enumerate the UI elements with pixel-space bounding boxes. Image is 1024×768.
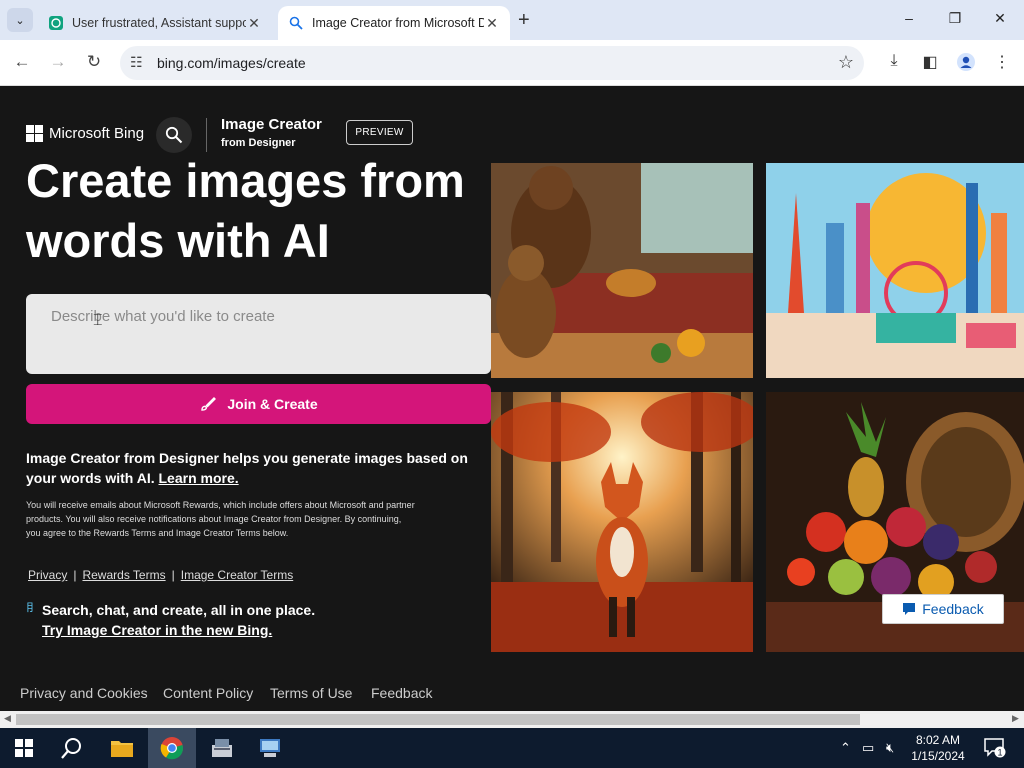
clock-time: 8:02 AM (915, 733, 961, 747)
join-create-button[interactable]: Join & Create (26, 384, 491, 424)
tab-chatgpt[interactable]: User frustrated, Assistant suppo ✕ (38, 6, 272, 40)
footer-link-feedback[interactable]: Feedback (371, 685, 432, 701)
app-taskbar-button-1[interactable] (198, 728, 246, 768)
back-arrow-icon[interactable]: ← (11, 52, 33, 72)
image-creator-terms-link[interactable]: Image Creator Terms (181, 568, 293, 582)
search-icon (61, 738, 81, 759)
fine-print: You will receive emails about Microsoft … (26, 500, 415, 538)
minimize-icon[interactable]: – (899, 10, 919, 26)
scrollbar-thumb[interactable] (16, 714, 860, 725)
bookmark-star-icon[interactable]: ☆ (838, 52, 854, 73)
search-button[interactable] (156, 117, 192, 153)
file-explorer-button[interactable] (98, 728, 146, 768)
tab-search-button[interactable]: ⌄ (7, 8, 33, 32)
close-window-icon[interactable]: ✕ (990, 10, 1010, 27)
start-button[interactable] (0, 728, 48, 768)
server-app-icon (212, 739, 232, 757)
product-title[interactable]: Image Creator (221, 116, 322, 133)
volume-muted-icon[interactable]: 🔇︎ (886, 740, 894, 756)
system-clock[interactable]: 8:02 AM 1/15/2024 (906, 732, 970, 764)
windows-start-icon (15, 739, 33, 757)
folder-icon (111, 741, 133, 757)
notification-count: 1 (997, 748, 1002, 758)
chevron-down-icon: ⌄ (15, 14, 25, 27)
rewards-terms-link[interactable]: Rewards Terms (82, 568, 165, 582)
address-bar[interactable]: ☷ bing.com/images/create ☆ (120, 46, 864, 80)
chrome-icon (160, 737, 184, 760)
side-panel-icon[interactable]: ◧ (919, 52, 941, 72)
restore-icon[interactable]: ❐ (945, 10, 965, 27)
gallery-image-city[interactable] (766, 163, 1024, 378)
chatgpt-favicon-icon (49, 16, 63, 30)
download-icon[interactable]: ⤓ (883, 52, 905, 70)
learn-more-link[interactable]: Learn more. (159, 470, 239, 486)
horizontal-scrollbar[interactable]: ◀ ▶ (0, 711, 1024, 728)
scroll-right-icon[interactable]: ▶ (1012, 713, 1019, 724)
info-text: Image Creator from Designer helps you ge… (26, 448, 481, 488)
feedback-button[interactable]: Feedback (882, 594, 1004, 624)
divider (206, 118, 207, 152)
chevron-up-icon[interactable]: ⌃ (840, 740, 851, 756)
feedback-label: Feedback (922, 601, 984, 617)
tab-title: User frustrated, Assistant suppo (72, 16, 246, 30)
prompt-input[interactable] (26, 294, 491, 374)
promo-line: Search, chat, and create, all in one pla… (42, 602, 316, 618)
hero-headline: Create images from words with AI (26, 154, 465, 267)
scroll-left-icon[interactable]: ◀ (4, 713, 11, 724)
legal-links: Privacy | Rewards Terms | Image Creator Term… (28, 568, 293, 582)
close-tab-icon[interactable]: ✕ (484, 15, 500, 32)
url-text: bing.com/images/create (157, 55, 306, 71)
browser-toolbar: ← → ↻ ☷ bing.com/images/create ☆ ⤓ ◧ ⋮ (0, 40, 1024, 86)
forward-arrow-icon[interactable]: → (47, 52, 69, 72)
privacy-link[interactable]: Privacy (28, 568, 67, 582)
search-favicon-icon (289, 16, 303, 30)
network-icon[interactable]: ▭ (862, 740, 874, 756)
separator: | (73, 568, 77, 582)
tab-strip: ⌄ User frustrated, Assistant suppo ✕ Ima… (0, 0, 1024, 40)
menu-kebab-icon[interactable]: ⋮ (991, 52, 1013, 72)
info-body: Image Creator from Designer helps you ge… (26, 450, 468, 486)
sparkle-icon: ⺝ (26, 602, 37, 614)
footer-link-content-policy[interactable]: Content Policy (163, 685, 253, 701)
footer-link-terms[interactable]: Terms of Use (270, 685, 352, 701)
join-create-label: Join & Create (227, 396, 318, 412)
search-icon (165, 126, 183, 144)
windows-logo-icon (26, 125, 43, 142)
network-app-icon (260, 739, 280, 757)
windows-taskbar: ⌃ ▭ 🔇︎ 8:02 AM 1/15/2024 1 (0, 728, 1024, 768)
gallery-image-fox[interactable] (491, 392, 753, 652)
gallery-image-bears[interactable] (491, 163, 753, 378)
page-footer: Privacy and Cookies Content Policy Terms… (0, 663, 1024, 711)
microsoft-bing-logo[interactable]: Microsoft Bing (26, 125, 144, 142)
notification-icon: 1 (984, 738, 1006, 758)
brand-name: Microsoft Bing (49, 125, 145, 142)
text-cursor-icon: ⌶ (93, 312, 103, 329)
tab-image-creator[interactable]: Image Creator from Microsoft D ✕ (278, 6, 510, 40)
close-tab-icon[interactable]: ✕ (246, 15, 262, 32)
app-taskbar-button-2[interactable] (246, 728, 294, 768)
separator: | (171, 568, 175, 582)
product-subtitle: from Designer (221, 137, 296, 149)
clock-date: 1/15/2024 (911, 749, 965, 763)
site-info-icon[interactable]: ☷ (130, 54, 143, 71)
page-content: Microsoft Bing Image Creator from Design… (0, 87, 1024, 711)
preview-badge: PREVIEW (346, 120, 413, 145)
notifications-button[interactable]: 1 (984, 738, 1006, 761)
profile-avatar-icon[interactable] (955, 52, 977, 77)
feedback-icon (903, 603, 916, 615)
new-tab-icon[interactable]: + (518, 9, 530, 32)
reload-icon[interactable]: ↻ (83, 52, 105, 72)
taskbar-search-button[interactable] (48, 728, 96, 768)
promo: Search, chat, and create, all in one pla… (42, 600, 315, 640)
footer-link-privacy[interactable]: Privacy and Cookies (20, 685, 148, 701)
try-new-bing-link[interactable]: Try Image Creator in the new Bing. (42, 620, 315, 640)
tab-title: Image Creator from Microsoft D (312, 16, 484, 30)
chrome-taskbar-button[interactable] (148, 728, 196, 768)
brush-icon (201, 397, 217, 411)
